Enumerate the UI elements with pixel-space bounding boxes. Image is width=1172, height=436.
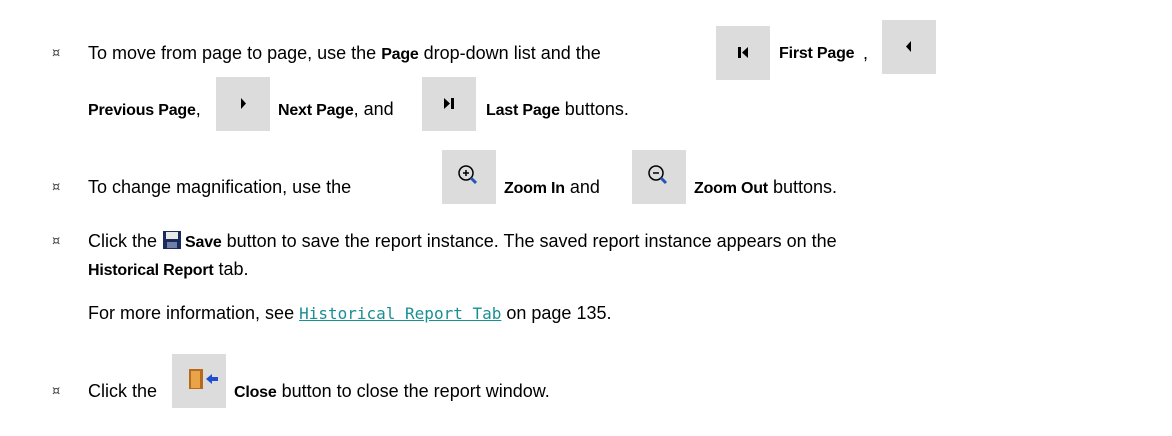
paragraph-navigation-line2: Previous Page, (88, 98, 201, 122)
zoom-out-button[interactable] (632, 150, 686, 204)
paragraph-more-info: For more information, see Historical Rep… (88, 302, 611, 325)
next-page-icon (241, 98, 246, 109)
paragraph-navigation-line1: To move from page to page, use the Page … (88, 42, 601, 66)
last-page-label: Last Page (486, 102, 560, 119)
next-page-button[interactable] (216, 77, 270, 131)
zoom-out-icon (648, 165, 668, 185)
paragraph-save-line2: Historical Report tab. (88, 258, 249, 282)
last-page-icon (444, 98, 454, 109)
save-label: Save (185, 234, 222, 251)
text: and (564, 177, 600, 197)
close-label: Close (234, 384, 277, 401)
zoom-in-icon (458, 165, 478, 185)
save-icon (163, 231, 182, 249)
paragraph-close: Click the (88, 380, 157, 402)
previous-page-label: Previous Page (88, 102, 196, 119)
text: To change magnification, use the (88, 177, 352, 197)
text: buttons. (767, 177, 837, 197)
text: button to save the report instance. The … (221, 231, 837, 251)
close-icon (189, 369, 218, 389)
bullet-marker: ¤ (52, 180, 61, 195)
text: , (863, 43, 869, 63)
first-page-label: First Page (779, 45, 855, 62)
historical-report-label: Historical Report (88, 262, 214, 279)
historical-report-tab-link[interactable]: Historical Report Tab (299, 304, 501, 323)
text: button to close the report window. (276, 381, 550, 401)
page-label: Page (381, 46, 419, 63)
text: Click the (88, 231, 163, 251)
first-page-icon (738, 47, 748, 58)
bullet-marker: ¤ (52, 46, 61, 61)
close-button[interactable] (172, 354, 226, 408)
text: , and (353, 99, 394, 119)
first-page-button[interactable] (716, 26, 770, 80)
text: Click the (88, 381, 158, 401)
next-page-label: Next Page (278, 102, 354, 119)
text: tab. (213, 259, 249, 279)
zoom-in-button[interactable] (442, 150, 496, 204)
bullet-marker: ¤ (52, 234, 61, 249)
previous-page-button[interactable] (882, 20, 936, 74)
zoom-in-label: Zoom In (504, 180, 565, 197)
text: For more information, see (88, 303, 300, 323)
paragraph-navigation-line2b: Next Page, and (278, 98, 394, 122)
paragraph-zoom-b: Zoom In and (504, 176, 600, 200)
last-page-button[interactable] (422, 77, 476, 131)
paragraph-zoom-c: Zoom Out buttons. (694, 176, 837, 200)
paragraph-zoom: To change magnification, use the (88, 176, 351, 198)
text: on page 135. (501, 303, 612, 323)
bullet-marker: ¤ (52, 384, 61, 399)
paragraph-close-b: Close button to close the report window. (234, 380, 550, 404)
text: , (195, 99, 201, 119)
text: buttons. (559, 99, 629, 119)
text: drop-down list and the (418, 43, 601, 63)
text: To move from page to page, use the (88, 43, 382, 63)
zoom-out-label: Zoom Out (694, 180, 768, 197)
previous-page-icon (906, 41, 911, 52)
paragraph-save: Click the Save button to save the report… (88, 230, 837, 254)
paragraph-navigation-line2c: Last Page buttons. (486, 98, 629, 122)
